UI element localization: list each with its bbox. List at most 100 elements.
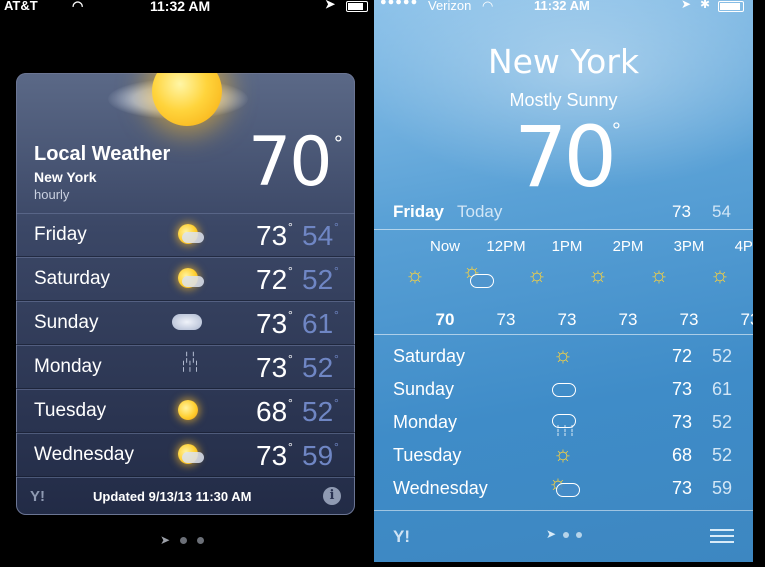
page-indicator[interactable]: ➤	[160, 533, 205, 547]
day-label: Monday	[393, 412, 458, 432]
high-temp: 72	[256, 264, 288, 295]
hour-label: 4PM	[734, 238, 753, 255]
hour-temp: 73	[557, 310, 577, 329]
hourly-toggle[interactable]: hourly	[34, 187, 69, 202]
daily-row: Wednesday ☼ 73 59	[393, 470, 733, 498]
page-indicator[interactable]: ➤	[546, 527, 583, 541]
yahoo-logo[interactable]: Y!	[30, 488, 45, 505]
status-bar: AT&T ◠ 11:32 AM ➤	[0, 0, 373, 16]
updated-timestamp: Updated 9/13/13 11:30 AM	[93, 489, 252, 504]
forecast-row: Tuesday 68 ° 52 °	[16, 389, 355, 433]
low-temp: 52	[712, 445, 733, 465]
low-temp: 52	[302, 352, 334, 383]
widget-title: Local Weather	[34, 143, 171, 165]
bluetooth-icon: ✱	[700, 0, 711, 11]
weather-widget[interactable]: Local Weather New York hourly 70 ° Frida…	[16, 73, 355, 515]
hour-label: 1PM	[551, 238, 583, 255]
sun-icon: ☼	[552, 441, 574, 466]
signal-icon: ●●●●●	[380, 0, 419, 8]
high-temp: 73	[672, 202, 691, 221]
city-name: New York	[487, 42, 640, 81]
high-temp: 73	[672, 412, 693, 432]
hour-temp: 70	[435, 310, 455, 329]
high-temp: 72	[672, 346, 693, 366]
low-temp: 52	[712, 412, 733, 432]
partly-cloudy-icon: ☼	[462, 258, 494, 288]
carrier-label: AT&T	[4, 0, 38, 13]
forecast-row: Saturday 72 ° 52 °	[16, 257, 355, 301]
forecast-row: Sunday 73 ° 61 °	[16, 301, 355, 345]
high-temp: 73	[256, 440, 288, 471]
low-temp: 52	[302, 396, 334, 427]
high-temp: 68	[672, 445, 693, 465]
cloud-icon	[552, 383, 576, 397]
sun-icon: ☼	[526, 262, 548, 287]
day-label: Wednesday	[393, 478, 488, 498]
high-temp: 73	[256, 352, 288, 383]
low-temp: 59	[302, 440, 334, 471]
clock: 11:32 AM	[534, 0, 590, 13]
hour-label: 2PM	[612, 238, 644, 255]
location-arrow-icon: ➤	[325, 0, 336, 11]
current-temp: 70	[248, 123, 333, 202]
clock: 11:32 AM	[150, 0, 211, 14]
day-label: Friday	[34, 224, 87, 245]
day-label: Saturday	[393, 346, 466, 366]
today-label: Today	[457, 202, 503, 221]
widget-footer: Y! Updated 9/13/13 11:30 AM i	[16, 477, 355, 515]
high-temp: 73	[256, 220, 288, 251]
low-temp: 61	[302, 308, 334, 339]
day-label: Tuesday	[393, 445, 462, 465]
sun-icon	[178, 400, 198, 420]
day-label: Sunday	[34, 312, 99, 333]
wifi-icon: ◠	[72, 0, 84, 13]
ios6-screen: AT&T ◠ 11:32 AM ➤ Local Weather New York…	[0, 0, 373, 567]
cloud-icon	[172, 314, 202, 330]
yahoo-logo[interactable]: Y!	[393, 527, 410, 547]
battery-icon	[718, 1, 744, 12]
hour-label: 3PM	[673, 238, 705, 255]
sun-icon: ☼	[552, 342, 574, 367]
low-temp: 52	[712, 346, 733, 366]
location-arrow-icon: ➤	[681, 0, 692, 11]
info-button[interactable]: i	[323, 487, 341, 505]
low-temp: 59	[712, 478, 733, 498]
daily-row: Saturday ☼ 72 52	[374, 342, 753, 379]
hour-label: 12PM	[486, 238, 526, 255]
low-temp: 52	[302, 264, 334, 295]
sun-icon: ☼	[587, 262, 609, 287]
high-temp: 73	[256, 308, 288, 339]
hour-temp: 73	[618, 310, 638, 329]
status-bar: ●●●●● Verizon ◠ 11:32 AM ➤ ✱	[374, 0, 753, 16]
forecast-row: Monday ╎╎ ╎╎╎ 73 ° 52 °	[16, 345, 355, 389]
high-temp: 73	[672, 478, 693, 498]
location-arrow-icon: ➤	[160, 533, 171, 547]
sun-icon: ☼	[404, 262, 426, 287]
forecast-row: Friday 73 ° 54 °	[16, 213, 355, 257]
forecast-list: Friday 73 ° 54 ° Saturday 72 ° 52 ° Sunday 7…	[16, 213, 355, 477]
today-summary: Friday Today 73 54	[374, 202, 753, 228]
battery-icon	[346, 1, 368, 12]
rain-icon: ╎╎ ╎╎╎	[180, 352, 200, 373]
degree-symbol: °	[334, 131, 343, 156]
forecast-row: Wednesday 73 ° 59 °	[16, 433, 355, 477]
low-temp: 61	[712, 379, 733, 399]
current-temp: 70	[514, 108, 617, 206]
day-label: Saturday	[34, 268, 111, 289]
day-label: Monday	[34, 356, 102, 377]
hour-temp: 73	[496, 310, 516, 329]
hourly-forecast[interactable]: Now ☼ 70 12PM ☼ 73 1PM ☼ 73 2PM ☼ 73 3PM…	[374, 229, 753, 335]
city-name: New York	[34, 169, 97, 185]
hour-temp: 73	[679, 310, 699, 329]
day-label: Tuesday	[34, 400, 107, 421]
degree-symbol: °	[612, 118, 621, 143]
hour-temp: 73	[740, 310, 753, 329]
day-label: Friday	[393, 202, 445, 221]
low-temp: 54	[712, 202, 731, 221]
location-arrow-icon: ➤	[546, 527, 557, 541]
sun-icon: ☼	[709, 262, 731, 287]
city-list-icon[interactable]	[710, 529, 734, 545]
day-label: Wednesday	[34, 444, 134, 465]
carrier-label: Verizon	[428, 0, 472, 13]
high-temp: 73	[672, 379, 693, 399]
